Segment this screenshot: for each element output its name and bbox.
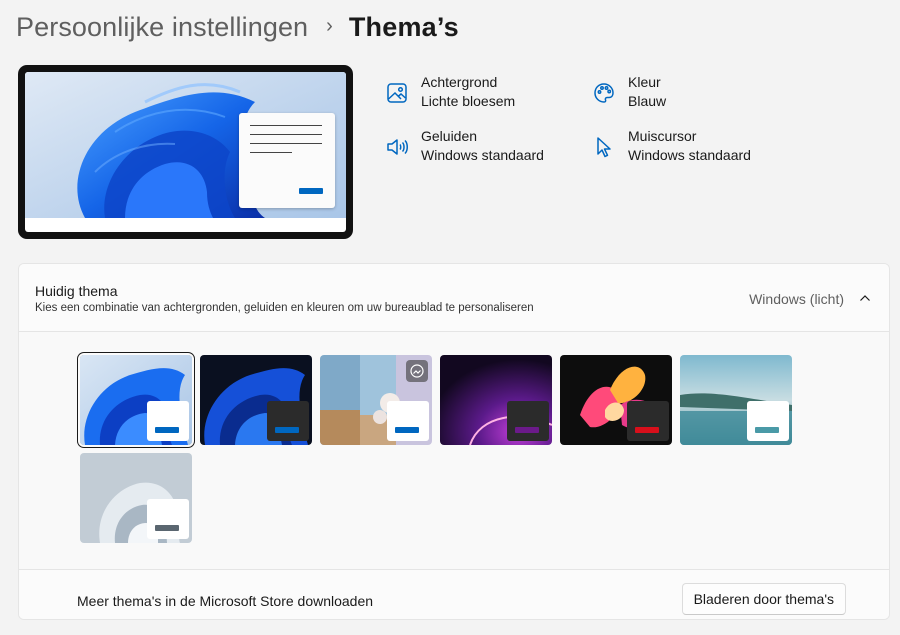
chevron-up-icon[interactable] <box>857 290 873 306</box>
theme-tile-glow[interactable] <box>440 355 552 445</box>
theme-tile-sunrise[interactable] <box>680 355 792 445</box>
preview-accent-button <box>299 188 323 194</box>
theme-window-preview <box>507 401 549 441</box>
property-cursor[interactable]: Muiscursor Windows standaard <box>592 127 751 165</box>
property-value: Windows standaard <box>421 147 544 163</box>
theme-accent-swatch <box>635 427 659 433</box>
theme-preview <box>18 65 353 239</box>
property-color[interactable]: Kleur Blauw <box>592 73 666 111</box>
preview-line <box>250 134 322 135</box>
property-title: Achtergrond <box>421 74 498 90</box>
theme-gallery <box>19 332 889 569</box>
spotlight-badge <box>406 360 428 382</box>
property-value: Windows standaard <box>628 147 751 163</box>
browse-themes-button[interactable]: Bladeren door thema's <box>681 583 846 615</box>
breadcrumb-separator: › <box>326 15 333 37</box>
theme-window-preview <box>627 401 669 441</box>
preview-line <box>250 143 322 144</box>
property-value: Lichte bloesem <box>421 93 516 109</box>
theme-tile-spotlight[interactable] <box>320 355 432 445</box>
preview-line <box>250 125 322 126</box>
theme-window-preview <box>387 401 429 441</box>
current-theme-description: Kies een combinatie van achtergronden, g… <box>35 302 534 314</box>
preview-screen <box>25 72 346 232</box>
speaker-icon <box>387 139 408 155</box>
spotlight-icon <box>410 364 424 378</box>
current-theme-card: Huidig thema Kies een combinatie van ach… <box>18 263 890 620</box>
property-background[interactable]: Achtergrond Lichte bloesem <box>385 73 515 111</box>
theme-window-preview <box>747 401 789 441</box>
property-sounds[interactable]: Geluiden Windows standaard <box>385 127 544 165</box>
current-theme-title: Huidig thema <box>35 283 118 299</box>
preview-line <box>250 152 292 153</box>
theme-tile-flow[interactable] <box>80 453 192 543</box>
mouse-pointer-icon <box>597 137 611 158</box>
palette-icon <box>594 83 614 103</box>
theme-tile-windows-light[interactable] <box>80 355 192 445</box>
theme-window-preview <box>147 401 189 441</box>
breadcrumb: Persoonlijke instellingen › Thema’s <box>16 12 459 43</box>
theme-accent-swatch <box>515 427 539 433</box>
theme-accent-swatch <box>275 427 299 433</box>
current-theme-value: Windows (licht) <box>749 291 844 307</box>
theme-window-preview <box>147 499 189 539</box>
theme-accent-swatch <box>155 427 179 433</box>
image-icon <box>387 83 407 103</box>
property-value: Blauw <box>628 93 667 109</box>
store-footer-text: Meer thema's in de Microsoft Store downl… <box>77 593 374 609</box>
page-title: Thema’s <box>348 12 459 42</box>
preview-window-mockup <box>239 113 335 208</box>
property-title: Kleur <box>628 74 661 90</box>
property-title: Geluiden <box>421 128 478 144</box>
theme-window-preview <box>267 401 309 441</box>
store-footer: Meer thema's in de Microsoft Store downl… <box>19 569 889 619</box>
theme-tile-windows-dark[interactable] <box>200 355 312 445</box>
theme-accent-swatch <box>155 525 179 531</box>
theme-accent-swatch <box>755 427 779 433</box>
theme-tile-captured-motion[interactable] <box>560 355 672 445</box>
property-title: Muiscursor <box>628 128 697 144</box>
breadcrumb-parent-link[interactable]: Persoonlijke instellingen <box>16 12 308 43</box>
current-theme-header[interactable]: Huidig thema Kies een combinatie van ach… <box>19 264 889 332</box>
theme-accent-swatch <box>395 427 419 433</box>
